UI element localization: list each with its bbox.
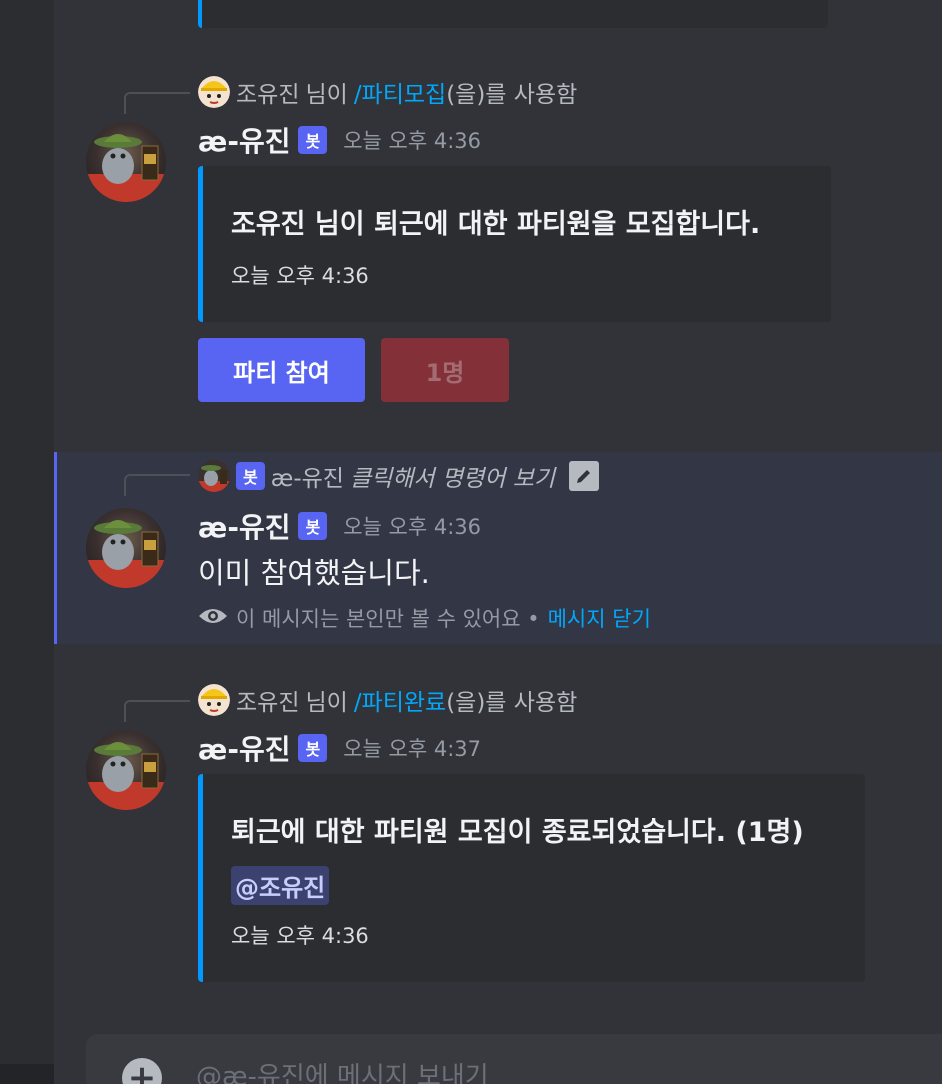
author-name[interactable]: æ-유진 xyxy=(198,506,290,546)
command-prefix: 님이 xyxy=(305,82,348,108)
ephemeral-notice: 이 메시지는 본인만 볼 수 있어요 • 메시지 닫기 xyxy=(198,602,651,634)
embed-footer: 오늘 오후 4:36 xyxy=(231,264,369,288)
plus-icon[interactable]: + xyxy=(122,1058,162,1084)
reply-connector xyxy=(124,700,190,722)
bot-badge: 봇 xyxy=(298,512,328,540)
embed-title: 조유진 님이 퇴근에 대한 파티원을 모집합니다. xyxy=(231,209,761,240)
user-mention[interactable]: @조유진 xyxy=(231,866,330,905)
message-composer: + xyxy=(86,1034,942,1084)
reply-connector xyxy=(124,474,190,496)
message-timestamp[interactable]: 오늘 오후 4:36 xyxy=(343,125,481,155)
embed-footer: 오늘 오후 4:36 xyxy=(231,924,369,948)
bot-avatar-small[interactable] xyxy=(198,460,230,492)
message-header: æ-유진 봇 오늘 오후 4:36 xyxy=(198,508,481,544)
command-reply-header[interactable]: 조유진 님이 /파티모집 (을)를 사용함 xyxy=(198,76,577,108)
embed: 퇴근에 대한 파티원 모집이 종료되었습니다. (1명) @조유진 오늘 오후 … xyxy=(198,774,865,982)
channel-sidebar-edge xyxy=(0,0,54,1084)
bot-avatar[interactable] xyxy=(86,122,166,202)
reply-connector xyxy=(124,92,190,114)
message-ephemeral: 봇 æ-유진 클릭해서 명령어 보기 æ-유진 봇 오늘 오후 4:36 이미 … xyxy=(54,452,942,644)
previous-message-embed xyxy=(198,0,828,28)
command-user[interactable]: æ-유진 xyxy=(271,459,344,493)
message-timestamp[interactable]: 오늘 오후 4:36 xyxy=(343,511,481,541)
bot-avatar[interactable] xyxy=(86,508,166,588)
dismiss-message-link[interactable]: 메시지 닫기 xyxy=(548,603,651,633)
embed-title: 퇴근에 대한 파티원 모집이 종료되었습니다. (1명) xyxy=(231,817,804,848)
pencil-icon[interactable] xyxy=(569,461,600,491)
message-header: æ-유진 봇 오늘 오후 4:37 xyxy=(198,730,481,766)
message-input[interactable] xyxy=(196,1052,896,1084)
command-reply-header[interactable]: 조유진 님이 /파티완료 (을)를 사용함 xyxy=(198,684,577,716)
member-count-button[interactable]: 1명 xyxy=(381,338,509,402)
command-link[interactable]: /파티완료 xyxy=(354,683,446,717)
view-command-hint[interactable]: 클릭해서 명령어 보기 xyxy=(350,459,555,493)
bot-avatar[interactable] xyxy=(86,730,166,810)
bot-badge: 봇 xyxy=(298,126,328,154)
ephemeral-note-text: 이 메시지는 본인만 볼 수 있어요 • xyxy=(236,607,540,631)
command-suffix: (을)를 사용함 xyxy=(446,82,578,108)
command-user[interactable]: 조유진 xyxy=(236,683,299,717)
message-content: 이미 참여했습니다. xyxy=(198,556,430,590)
author-name[interactable]: æ-유진 xyxy=(198,728,290,768)
command-user[interactable]: 조유진 xyxy=(236,75,299,109)
command-reply-header[interactable]: 봇 æ-유진 클릭해서 명령어 보기 xyxy=(198,459,600,493)
bot-badge: 봇 xyxy=(236,462,265,490)
message-party-recruit: 조유진 님이 /파티모집 (을)를 사용함 æ-유진 봇 오늘 오후 4:36 조… xyxy=(54,60,942,430)
eye-icon xyxy=(198,606,228,631)
embed: 조유진 님이 퇴근에 대한 파티원을 모집합니다. 오늘 오후 4:36 xyxy=(198,166,831,322)
bot-badge: 봇 xyxy=(298,734,328,762)
command-prefix: 님이 xyxy=(305,690,348,716)
message-header: æ-유진 봇 오늘 오후 4:36 xyxy=(198,122,481,158)
message-party-complete: 조유진 님이 /파티완료 (을)를 사용함 æ-유진 봇 오늘 오후 4:37 퇴… xyxy=(54,668,942,998)
command-link[interactable]: /파티모집 xyxy=(354,75,446,109)
user-panel-edge xyxy=(0,1064,54,1084)
author-name[interactable]: æ-유진 xyxy=(198,120,290,160)
message-timestamp[interactable]: 오늘 오후 4:37 xyxy=(343,733,481,763)
user-avatar-small[interactable] xyxy=(198,76,230,108)
command-suffix: (을)를 사용함 xyxy=(446,690,578,716)
join-party-button[interactable]: 파티 참여 xyxy=(198,338,365,402)
user-avatar-small[interactable] xyxy=(198,684,230,716)
